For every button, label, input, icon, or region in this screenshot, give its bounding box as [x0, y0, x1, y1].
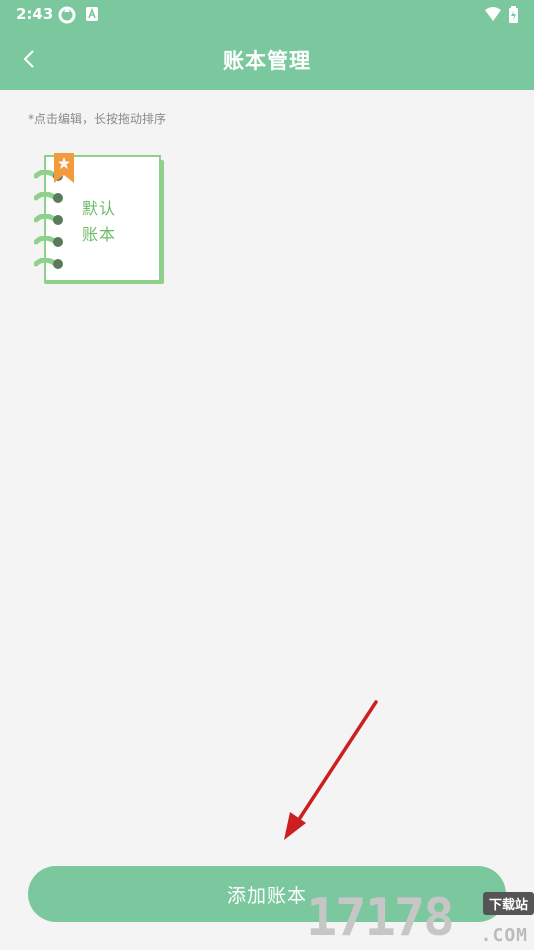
status-bar: 2:43: [0, 0, 534, 28]
book-title: 默认 账本: [82, 196, 116, 248]
book-title-line1: 默认: [82, 199, 117, 218]
ring-icon: [34, 258, 63, 269]
battery-icon: [509, 6, 518, 23]
ring-icon: [34, 192, 63, 203]
watermark-suffix: .COM: [480, 925, 528, 946]
ring-icon: [34, 214, 63, 225]
wifi-icon: [485, 7, 501, 21]
site-watermark: 17178 下载站 .COM: [306, 888, 534, 950]
page-title: 账本管理: [223, 49, 311, 73]
watermark-badge: 下载站: [482, 892, 534, 915]
ring-icon: [34, 236, 63, 247]
book-title-line2: 账本: [82, 225, 117, 244]
status-time: 2:43: [16, 5, 54, 23]
edit-hint: *点击编辑，长按拖动排序: [28, 112, 167, 126]
app-header: 账本管理: [0, 28, 534, 90]
bookmark-star-icon: [54, 153, 74, 183]
watermark-number: 17178: [306, 888, 455, 948]
red-arrow-annotation: [284, 700, 378, 840]
app-notification-icon: [86, 7, 98, 21]
account-book-default[interactable]: 默认 账本: [34, 150, 168, 288]
sync-icon: [58, 6, 76, 24]
